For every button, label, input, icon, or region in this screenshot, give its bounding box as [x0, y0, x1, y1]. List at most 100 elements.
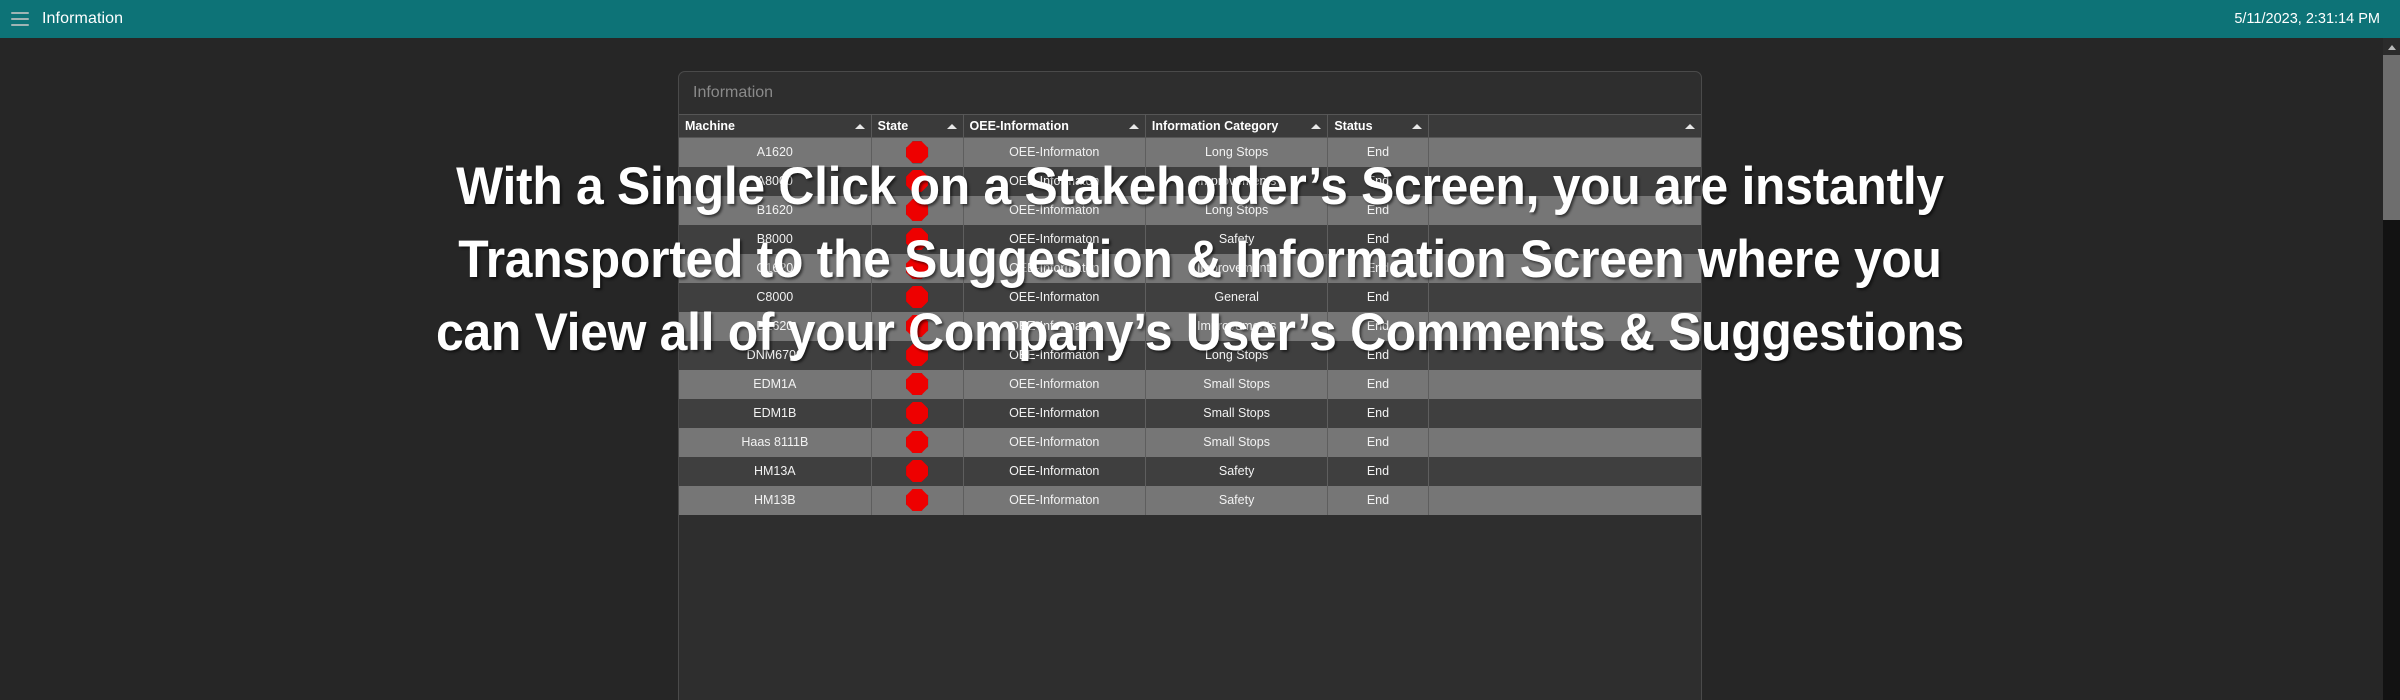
cell-information-category: Small Stops	[1145, 427, 1329, 457]
column-header-label: Information Category	[1151, 119, 1279, 133]
table-row[interactable]: B8000 OEE-Informaton Safety End	[679, 224, 1701, 254]
table-body: A1620 OEE-Informaton Long Stops End A8000 OEE…	[679, 137, 1701, 515]
cell-machine: B8000	[679, 224, 872, 254]
cell-machine: HM13B	[679, 485, 872, 515]
cell-information-category: Long Stops	[1145, 137, 1329, 167]
cell-machine: EDM1A	[679, 369, 872, 399]
column-header-label: Machine	[685, 119, 736, 133]
sort-ascending-icon[interactable]	[1685, 124, 1695, 129]
cell-status: End	[1327, 253, 1429, 283]
table-row[interactable]: DNM6700 OEE-Informaton Long Stops End	[679, 340, 1701, 370]
red-octagon-stop-icon	[906, 373, 929, 395]
cell-blank	[1428, 457, 1701, 486]
hamburger-bar	[11, 12, 29, 14]
cell-blank	[1428, 486, 1701, 515]
hamburger-bar	[11, 24, 29, 26]
cell-oee-information: OEE-Informaton	[963, 398, 1146, 428]
page-scrollbar[interactable]	[2383, 38, 2400, 700]
table-row[interactable]: EDM1B OEE-Informaton Small Stops End	[679, 398, 1701, 428]
sort-ascending-icon[interactable]	[946, 124, 957, 129]
cell-machine: EDM1B	[679, 398, 872, 428]
cell-oee-information: OEE-Informaton	[963, 369, 1146, 399]
cell-machine: A1620	[679, 137, 872, 167]
cell-blank	[1428, 283, 1701, 312]
cell-status: End	[1327, 137, 1429, 167]
cell-oee-information: OEE-Informaton	[963, 195, 1146, 225]
table-row[interactable]: HM13A OEE-Informaton Safety End	[679, 456, 1701, 486]
cell-state	[871, 485, 964, 515]
cell-information-category: Long Stops	[1145, 195, 1329, 225]
cell-status: End	[1327, 427, 1429, 457]
cell-information-category: Improvements	[1145, 166, 1329, 196]
cell-status: End	[1327, 195, 1429, 225]
cell-oee-information: OEE-Informaton	[963, 253, 1146, 283]
cell-machine: B1620	[679, 195, 872, 225]
hamburger-bar	[11, 18, 29, 20]
cell-information-category: Improvements	[1145, 311, 1329, 341]
cell-information-category: Safety	[1145, 456, 1329, 486]
column-header-blank[interactable]	[1428, 114, 1701, 138]
table-row[interactable]: EDM1A OEE-Informaton Small Stops End	[679, 369, 1701, 399]
column-header-oee-information[interactable]: OEE-Information	[963, 114, 1146, 138]
table-row[interactable]: Haas 8111B OEE-Informaton Small Stops End	[679, 427, 1701, 457]
cell-oee-information: OEE-Informaton	[963, 311, 1146, 341]
cell-status: End	[1327, 369, 1429, 399]
column-header-state[interactable]: State	[871, 114, 964, 138]
cell-state	[871, 311, 964, 341]
cell-state	[871, 282, 964, 312]
red-octagon-stop-icon	[906, 315, 929, 337]
cell-state	[871, 166, 964, 196]
red-octagon-stop-icon	[906, 170, 929, 192]
sort-ascending-icon[interactable]	[1128, 124, 1139, 129]
cell-blank	[1428, 254, 1701, 283]
cell-status: End	[1327, 282, 1429, 312]
clock-display: 5/11/2023, 2:31:14 PM	[2234, 11, 2380, 27]
cell-status: End	[1327, 224, 1429, 254]
table-row[interactable]: C1620 OEE-Informaton Improvements End	[679, 253, 1701, 283]
app-header-bar: Information 5/11/2023, 2:31:14 PM	[0, 0, 2400, 38]
table-row[interactable]: B1620 OEE-Informaton Long Stops End	[679, 195, 1701, 225]
red-octagon-stop-icon	[906, 286, 929, 308]
red-octagon-stop-icon	[906, 431, 929, 453]
hamburger-menu-icon[interactable]	[11, 12, 29, 26]
chevron-up-icon[interactable]	[2383, 38, 2400, 55]
table-row[interactable]: C8000 OEE-Informaton General End	[679, 282, 1701, 312]
sort-ascending-icon[interactable]	[1411, 124, 1422, 129]
cell-information-category: Small Stops	[1145, 398, 1329, 428]
red-octagon-stop-icon	[906, 402, 929, 424]
table-header: Machine State OEE-Information Informatio…	[679, 114, 1701, 138]
column-header-information-category[interactable]: Information Category	[1145, 114, 1329, 138]
scrollbar-thumb[interactable]	[2383, 55, 2400, 220]
red-octagon-stop-icon	[906, 460, 929, 482]
table-row[interactable]: A1620 OEE-Informaton Long Stops End	[679, 137, 1701, 167]
column-header-status[interactable]: Status	[1327, 114, 1429, 138]
cell-blank	[1428, 196, 1701, 225]
cell-machine: A8000	[679, 166, 872, 196]
cell-oee-information: OEE-Informaton	[963, 137, 1146, 167]
cell-status: End	[1327, 456, 1429, 486]
column-header-label: OEE-Information	[969, 119, 1069, 133]
cell-oee-information: OEE-Informaton	[963, 340, 1146, 370]
red-octagon-stop-icon	[906, 228, 929, 250]
cell-blank	[1428, 399, 1701, 428]
cell-oee-information: OEE-Informaton	[963, 456, 1146, 486]
cell-information-category: Safety	[1145, 485, 1329, 515]
red-octagon-stop-icon	[906, 141, 929, 164]
cell-status: End	[1327, 340, 1429, 370]
table-row[interactable]: HM13B OEE-Informaton Safety End	[679, 485, 1701, 515]
cell-status: End	[1327, 311, 1429, 341]
column-header-machine[interactable]: Machine	[679, 114, 872, 138]
cell-machine: Haas 8111B	[679, 427, 872, 457]
cell-information-category: Safety	[1145, 224, 1329, 254]
cell-state	[871, 253, 964, 283]
cell-state	[871, 456, 964, 486]
cell-blank	[1428, 138, 1701, 167]
sort-ascending-icon[interactable]	[854, 124, 865, 129]
table-row[interactable]: A8000 OEE-Informaton Improvements End	[679, 166, 1701, 196]
cell-information-category: General	[1145, 282, 1329, 312]
red-octagon-stop-icon	[906, 344, 929, 366]
cell-status: End	[1327, 485, 1429, 515]
table-row[interactable]: D1620 OEE-Informaton Improvements End	[679, 311, 1701, 341]
cell-machine: C8000	[679, 282, 872, 312]
sort-ascending-icon[interactable]	[1311, 124, 1322, 129]
